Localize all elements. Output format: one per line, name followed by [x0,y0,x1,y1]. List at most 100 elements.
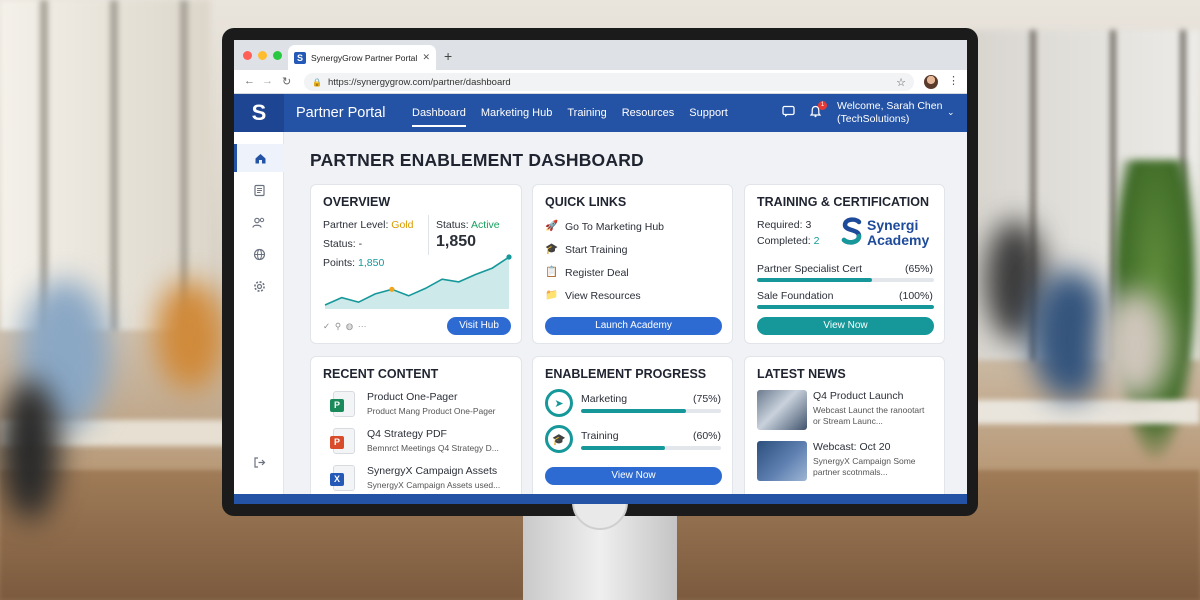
maximize-window-button[interactable] [273,51,282,60]
lock-icon: 🔒 [312,77,322,87]
training-title: TRAINING & CERTIFICATION [757,195,929,209]
clipboard-icon: 📋 [545,266,559,278]
training-card: TRAINING & CERTIFICATION Required: 3 Com… [744,184,945,344]
view-now-enablement-button[interactable]: View Now [545,467,722,485]
logout-icon[interactable] [234,448,284,476]
status2-value: Active [471,219,500,231]
content-item[interactable]: P Product One-Pager Product Mang Product… [311,389,521,425]
launch-academy-button[interactable]: Launch Academy [545,317,722,335]
graduation-cap-icon: 🎓 [545,425,573,453]
minimize-window-button[interactable] [258,51,267,60]
status-label: Status: [323,238,356,250]
enablement-progress-bar [581,409,721,413]
reload-icon[interactable]: ↻ [282,75,291,88]
quick-link-label: Register Deal [565,267,629,279]
news-item[interactable]: Q4 Product Launch Webcast Launct the ran… [745,389,944,433]
content-subtitle: Product Mang Product One-Pager [367,406,496,416]
portal-title: Partner Portal [296,105,386,121]
nav-resources[interactable]: Resources [616,94,681,132]
top-navigation: Dashboard Marketing Hub Training Resourc… [406,94,737,132]
home-icon[interactable] [234,144,284,172]
news-item[interactable]: Webcast: Oct 20 SynergyX Campaign Some p… [745,440,944,484]
enablement-progress-bar [581,446,721,450]
nav-marketing-hub[interactable]: Marketing Hub [475,94,559,132]
content-title: Product One-Pager [367,391,458,403]
settings-icon[interactable] [234,272,284,300]
cert-percent: (100%) [899,290,933,302]
content-subtitle: SynergyX Campaign Assets used... [367,480,501,490]
status-row: Status: - [323,238,362,250]
browser-window: S SynergyGrow Partner Portal ✕ + ← → ↻ 🔒… [234,40,967,504]
favicon-icon: S [294,51,306,64]
overview-title: OVERVIEW [323,195,391,209]
recent-content-card: RECENT CONTENT P Product One-Pager Produ… [310,356,522,504]
overview-card: OVERVIEW Partner Level: Gold Status: - P… [310,184,522,344]
news-summary: partner scotnmals... [813,467,888,477]
spreadsheet-file-icon: X [330,465,355,491]
notification-badge: 1 [818,101,827,110]
completed-label: Completed: [757,235,811,247]
trend-marker [389,286,395,292]
close-window-button[interactable] [243,51,252,60]
back-icon[interactable]: ← [244,75,255,87]
latest-news-title: LATEST NEWS [757,367,846,381]
status-active-row: Status: Active [436,219,500,231]
cert-name: Partner Specialist Cert [757,263,863,275]
required-value: 3 [805,219,812,231]
left-sidebar [234,132,284,504]
view-now-training-button[interactable]: View Now [757,317,934,335]
points-big-number: 1,850 [436,233,477,250]
completed-row: Completed: 2 [757,235,819,247]
close-tab-icon[interactable]: ✕ [422,52,430,63]
status2-label: Status: [436,219,469,231]
new-tab-icon[interactable]: + [444,48,452,64]
cert-progress-bar [757,278,934,282]
quick-link-label: Go To Marketing Hub [565,221,665,233]
news-thumbnail [757,390,807,430]
enablement-label: Marketing [581,393,628,405]
users-icon[interactable] [234,208,284,236]
quick-links-title: QUICK LINKS [545,195,627,209]
forward-icon[interactable]: → [262,75,273,87]
enablement-label: Training [581,430,619,442]
document-icon[interactable] [234,176,284,204]
browser-menu-icon[interactable]: ⋮ [948,74,959,87]
partner-level-label: Partner Level: [323,219,389,231]
rocket-icon: 🚀 [545,220,559,232]
graduation-cap-icon: 🎓 [545,243,559,255]
browser-profile-avatar[interactable] [924,75,938,89]
academy-logo-icon [841,217,862,245]
overview-divider [428,215,429,255]
cert-percent: (65%) [905,263,934,275]
nav-training[interactable]: Training [561,94,612,132]
tab-bar: S SynergyGrow Partner Portal ✕ + [234,40,967,70]
content-item[interactable]: P Q4 Strategy PDF Bemnrct Meetings Q4 St… [311,426,521,462]
app-header: S Partner Portal Dashboard Marketing Hub… [234,94,967,132]
footer-strip [234,494,967,504]
content-subtitle: Bemnrct Meetings Q4 Strategy D... [367,443,499,453]
news-title: Q4 Product Launch [813,390,904,402]
pdf-file-icon: P [330,428,355,454]
globe-icon[interactable] [234,240,284,268]
cert-name: Sale Foundation [757,290,834,302]
mini-tool-icons: ✓ ⚲ ◍ ··· [323,321,367,331]
browser-tab[interactable]: S SynergyGrow Partner Portal ✕ [288,45,436,70]
visit-hub-button[interactable]: Visit Hub [447,317,511,335]
chevron-down-icon[interactable]: ⌄ [947,107,955,118]
nav-dashboard[interactable]: Dashboard [406,94,472,132]
news-summary: SynergyX Campaign Some [813,456,916,466]
enablement-percent: (75%) [693,393,722,405]
quick-link-label: View Resources [565,290,641,302]
latest-news-card: LATEST NEWS Q4 Product Launch Webcast La… [744,356,945,504]
content-title: SynergyX Campaign Assets [367,465,498,477]
user-menu[interactable]: Welcome, Sarah Chen (TechSolutions) [837,100,942,125]
file-type-badge: P [330,436,344,449]
app-logo[interactable]: S [234,94,284,132]
url-field[interactable]: 🔒 https://synergygrow.com/partner/dashbo… [304,73,914,91]
news-summary: Webcast Launct the ranootart [813,405,925,415]
nav-support[interactable]: Support [683,94,734,132]
file-type-badge: X [330,473,344,486]
bookmark-star-icon[interactable]: ☆ [896,76,906,89]
chat-icon[interactable] [782,105,795,121]
news-summary: or Stream Launc... [813,416,883,426]
